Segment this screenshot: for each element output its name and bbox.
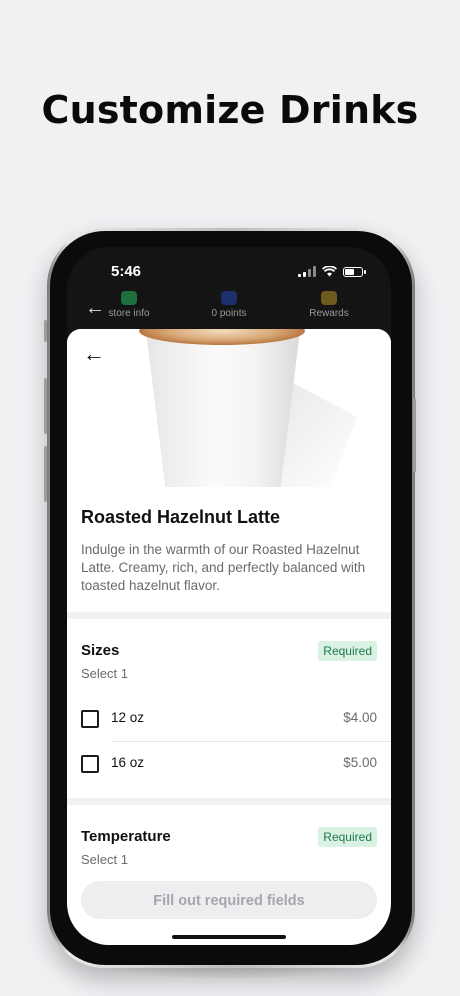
- trophy-icon: [321, 291, 337, 305]
- nav-label: 0 points: [211, 308, 247, 319]
- size-option-16oz[interactable]: 16 oz $5.00: [81, 753, 377, 773]
- signal-icon: [298, 266, 316, 277]
- status-time: 5:46: [111, 263, 142, 280]
- checkbox[interactable]: [81, 710, 99, 728]
- option-price: $5.00: [343, 755, 377, 770]
- wifi-icon: [322, 266, 337, 277]
- top-nav: ← store info 0 points Rewards: [67, 287, 391, 329]
- product-sheet: ← Roasted Hazelnut Latte Indulge in the …: [67, 329, 391, 945]
- sizes-subtitle: Select 1: [81, 666, 128, 681]
- sizes-title: Sizes: [81, 642, 120, 659]
- volume-down-button: [44, 446, 47, 502]
- fill-required-fields-button[interactable]: Fill out required fields: [81, 881, 377, 919]
- checkbox[interactable]: [81, 755, 99, 773]
- temperature-title: Temperature: [81, 828, 171, 845]
- option-label: 16 oz: [111, 755, 145, 770]
- product-image: ←: [67, 329, 391, 487]
- temperature-required-badge: Required: [318, 827, 377, 847]
- battery-icon: [343, 266, 366, 277]
- temperature-subtitle: Select 1: [81, 852, 128, 867]
- headline: Customize Drinks: [41, 88, 419, 132]
- power-button: [413, 398, 416, 472]
- option-divider: [112, 741, 391, 742]
- nav-label: store info: [108, 308, 150, 319]
- mute-switch: [44, 320, 47, 342]
- home-indicator: [172, 935, 286, 939]
- option-label: 12 oz: [111, 710, 145, 725]
- section-divider: [67, 612, 391, 619]
- cup-icon: [121, 291, 137, 305]
- nav-item-points[interactable]: 0 points: [179, 287, 279, 319]
- section-divider: [67, 798, 391, 805]
- sizes-required-badge: Required: [318, 641, 377, 661]
- product-description: Indulge in the warmth of our Roasted Haz…: [81, 542, 366, 593]
- cart-icon: [221, 291, 237, 305]
- nav-item-store-info[interactable]: store info: [79, 287, 179, 319]
- option-price: $4.00: [343, 710, 377, 725]
- nav-item-rewards[interactable]: Rewards: [279, 287, 379, 319]
- volume-up-button: [44, 378, 47, 434]
- phone-screen: 5:46 ← store info 0 points Rewards ← Roa…: [67, 247, 391, 945]
- product-title: Roasted Hazelnut Latte: [81, 507, 281, 527]
- nav-label: Rewards: [309, 308, 349, 319]
- back-arrow-icon[interactable]: ←: [83, 343, 105, 365]
- status-bar: 5:46: [67, 261, 391, 283]
- size-option-12oz[interactable]: 12 oz $4.00: [81, 708, 377, 728]
